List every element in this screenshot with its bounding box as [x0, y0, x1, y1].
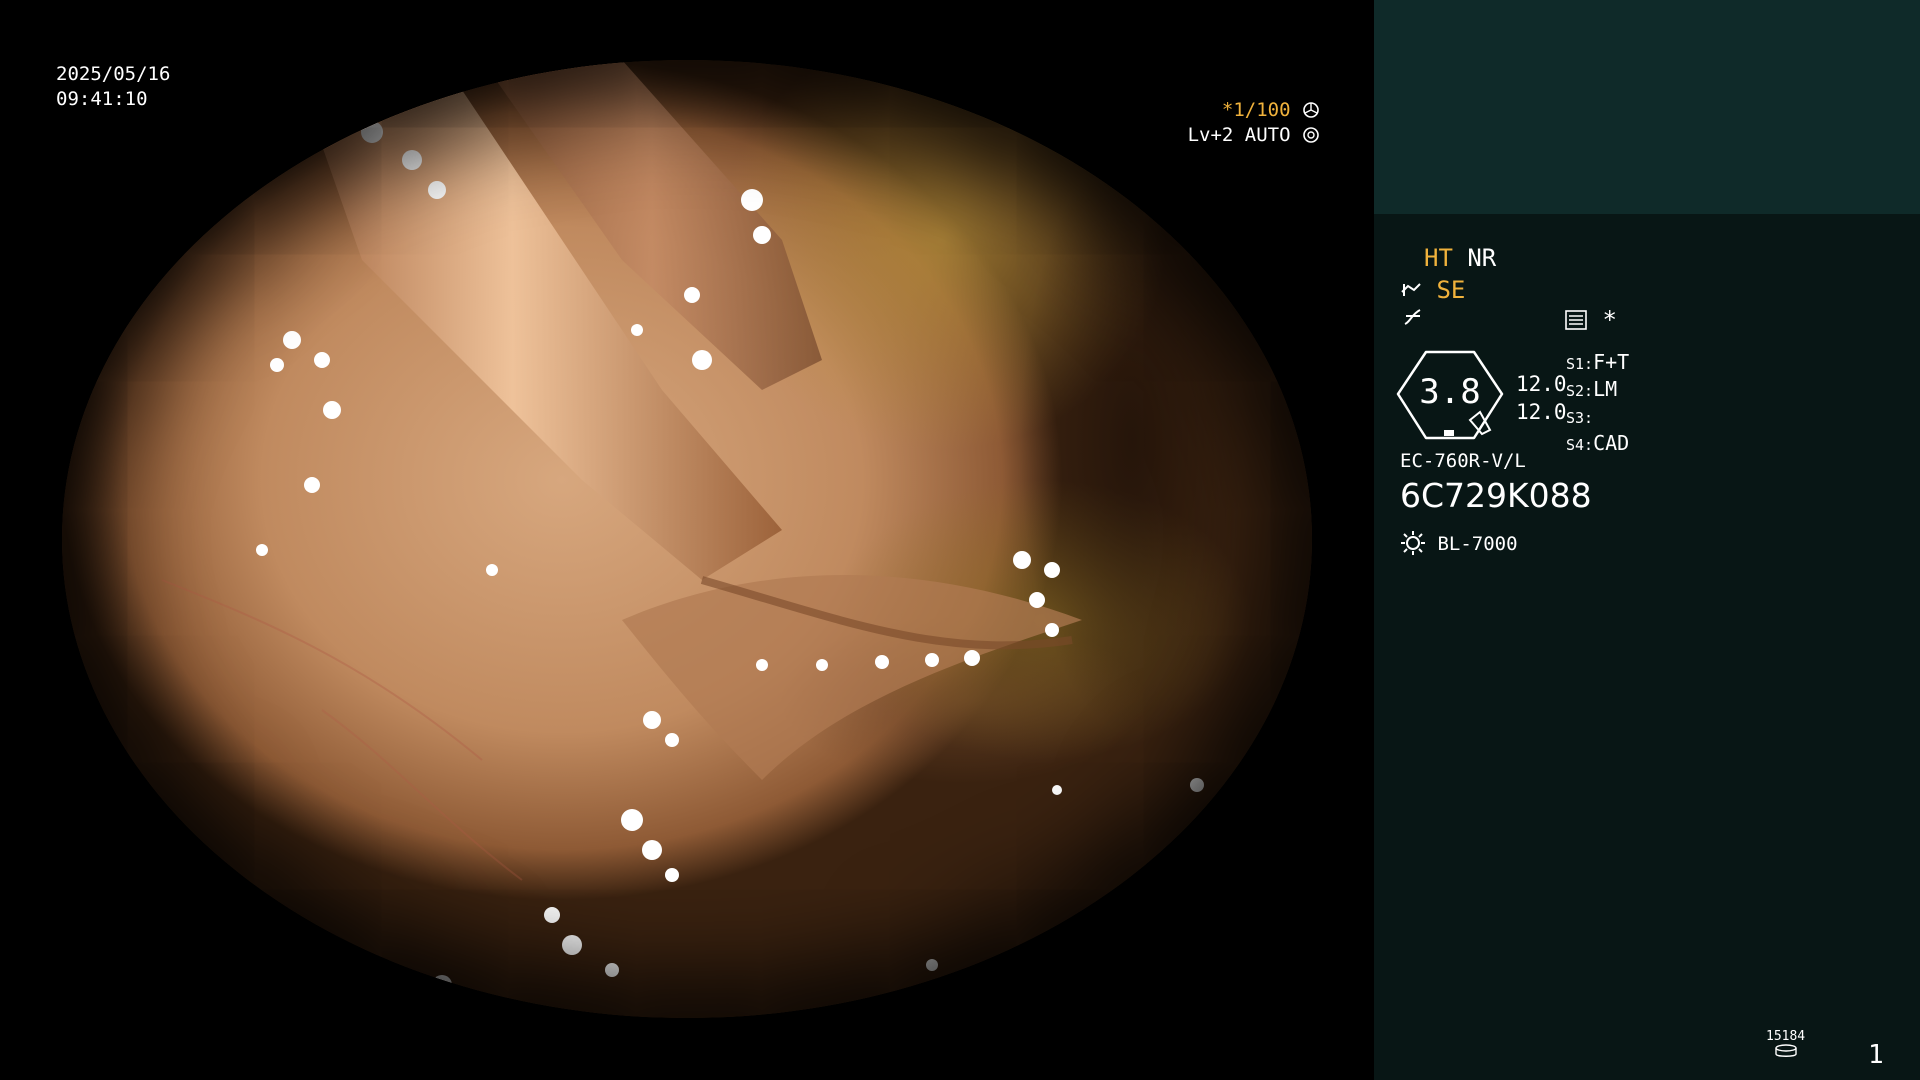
switch-s2: S2:LM: [1566, 377, 1618, 401]
setting-value: 12.0: [1516, 372, 1567, 396]
light-source-text: BL-7000: [1437, 533, 1518, 555]
switch-s3: S3:: [1566, 409, 1594, 427]
mode-row-1: HT NR: [1424, 244, 1496, 272]
mode-row-2: SE: [1400, 276, 1465, 304]
zoom-value: 3.8: [1419, 372, 1481, 412]
datetime: 2025/05/16 09:41:10: [56, 62, 170, 112]
endoscope-image: [62, 60, 1312, 1018]
info-panel: HT NR SE * 3.8 12.0 12.0 S1:F+T S2:LM S3…: [1374, 0, 1920, 1080]
ht-mode: HT: [1424, 244, 1453, 272]
scope-model: EC-760R-V/L: [1400, 450, 1526, 472]
switch-s4: S4:CAD: [1566, 431, 1630, 455]
light-source-icon: [1400, 531, 1437, 555]
structure-mark: *: [1602, 306, 1617, 334]
se-mode: SE: [1436, 276, 1466, 304]
date-text: 2025/05/16: [56, 63, 171, 85]
light-source-row: BL-7000: [1400, 530, 1518, 556]
switch-list: S1:F+T S2:LM S3: S4:CAD: [1566, 350, 1629, 458]
counter-small: 15184: [1766, 1029, 1806, 1044]
graph-icon: [1402, 306, 1424, 334]
time-text: 09:41:10: [56, 88, 148, 110]
scope-serial: 6C729K088: [1400, 476, 1592, 515]
nr-mode: NR: [1467, 244, 1497, 272]
level-text: Lv+2 AUTO: [1187, 124, 1291, 146]
menu-row: *: [1564, 306, 1617, 334]
exposure-info: *1/100 Lv+2 AUTO: [1175, 98, 1320, 148]
menu-icon: [1564, 306, 1602, 334]
panel-header-area: [1374, 0, 1920, 214]
aperture-icon: [1302, 99, 1320, 121]
page-number: 1: [1868, 1040, 1884, 1070]
setting-value: 12.0: [1516, 400, 1567, 424]
counter-block: 15184: [1766, 1030, 1805, 1062]
auto-iris-icon: [1302, 124, 1320, 146]
settings-values: 12.0 12.0: [1516, 370, 1567, 426]
switch-s1: S1:F+T: [1566, 350, 1630, 374]
scope-icon: [1400, 276, 1436, 304]
disk-icon: [1774, 1044, 1798, 1062]
shutter-text: *1/100: [1221, 99, 1291, 121]
